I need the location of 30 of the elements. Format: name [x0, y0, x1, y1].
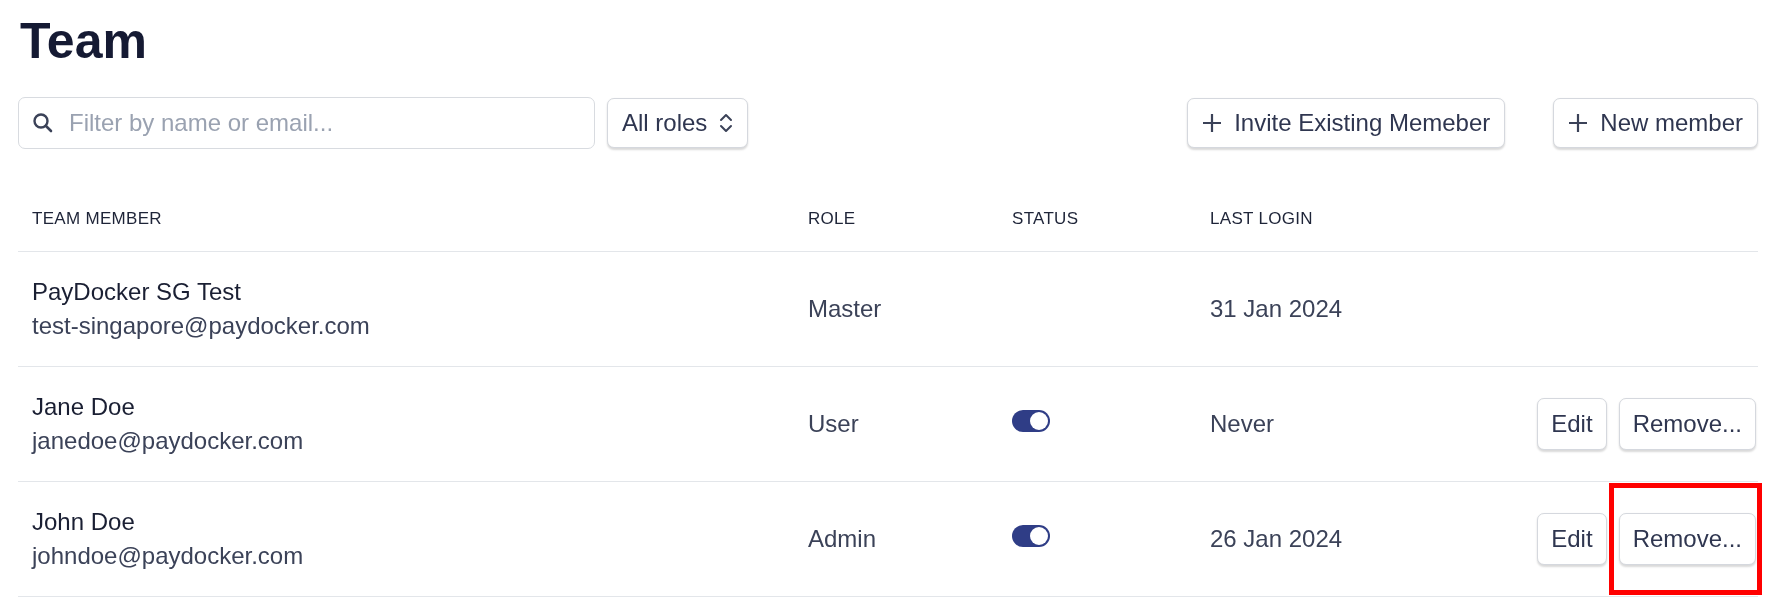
last-login-cell: 26 Jan 2024	[1196, 481, 1510, 597]
role-cell: Admin	[794, 481, 998, 597]
role-filter-dropdown[interactable]: All roles	[607, 98, 749, 148]
column-header: LAST LOGIN	[1196, 209, 1510, 252]
member-name: PayDocker SG Test	[32, 278, 242, 306]
edit-button[interactable]: Edit	[1537, 398, 1607, 450]
status-toggle[interactable]	[1012, 410, 1050, 432]
member-email: johndoe@paydocker.com	[32, 542, 305, 570]
last-login-cell: Never	[1196, 366, 1510, 482]
status-toggle[interactable]	[1012, 525, 1050, 547]
role-cell: User	[794, 366, 998, 482]
member-name: John Doe	[32, 508, 136, 536]
edit-button[interactable]: Edit	[1537, 513, 1607, 565]
last-login-cell: 31 Jan 2024	[1196, 251, 1510, 367]
page-title: Team	[20, 14, 148, 69]
column-header: TEAM MEMBER	[18, 209, 794, 252]
new-member-button[interactable]: New member	[1553, 98, 1758, 148]
remove-button[interactable]: Remove...	[1618, 513, 1756, 565]
member-email: janedoe@paydocker.com	[32, 427, 305, 455]
column-header: STATUS	[998, 209, 1196, 252]
search-field[interactable]: Filter by name or email...	[18, 97, 595, 149]
chevron-updown-icon	[719, 112, 734, 134]
invite-button[interactable]: Invite Existing Memeber	[1187, 98, 1506, 148]
member-email: test-singapore@paydocker.com	[32, 312, 371, 340]
role-cell: Master	[794, 251, 998, 367]
remove-button[interactable]: Remove...	[1618, 398, 1756, 450]
column-header: ROLE	[794, 209, 998, 252]
member-name: Jane Doe	[32, 393, 136, 421]
plus-icon	[1568, 113, 1589, 133]
plus-icon	[1202, 113, 1223, 133]
